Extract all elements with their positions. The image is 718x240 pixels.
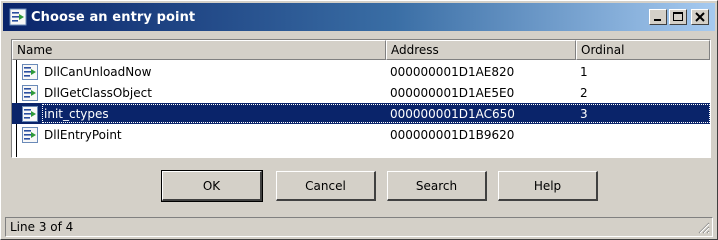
cancel-button[interactable]: Cancel (276, 171, 376, 201)
close-icon (695, 12, 705, 22)
button-bar: OK Cancel Search Help (1, 170, 718, 202)
entry-point-icon (22, 126, 38, 143)
title-bar[interactable]: Choose an entry point (3, 3, 715, 31)
table-row[interactable]: DllGetClassObject 000000001D1AE5E0 2 (12, 82, 710, 103)
entry-point-list[interactable]: Name Address Ordinal DllCanUnloadNow 000… (11, 39, 711, 158)
name-cell: init_ctypes (12, 105, 386, 122)
row-name: DllGetClassObject (44, 85, 152, 100)
list-header: Name Address Ordinal (12, 40, 710, 60)
row-name: DllEntryPoint (44, 127, 122, 142)
table-row[interactable]: DllEntryPoint 000000001D1B9620 (12, 124, 710, 145)
maximize-button[interactable] (669, 9, 687, 25)
entry-point-icon (22, 63, 38, 80)
column-header-ordinal[interactable]: Ordinal (576, 40, 710, 60)
resize-grip-icon[interactable] (698, 222, 710, 234)
row-ordinal: 1 (580, 64, 588, 79)
title-buttons (649, 9, 709, 25)
table-row[interactable]: DllCanUnloadNow 000000001D1AE820 1 (12, 61, 710, 82)
name-cell: DllEntryPoint (12, 126, 386, 143)
row-address: 000000001D1AE5E0 (390, 85, 515, 100)
help-button[interactable]: Help (498, 171, 598, 201)
status-bar: Line 3 of 4 (5, 217, 713, 237)
search-button[interactable]: Search (387, 171, 487, 201)
row-ordinal: 3 (580, 106, 588, 121)
column-header-name[interactable]: Name (12, 40, 386, 60)
row-address: 000000001D1AC650 (390, 106, 515, 121)
minimize-icon (654, 19, 661, 21)
window-title: Choose an entry point (31, 9, 196, 25)
ok-button[interactable]: OK (161, 170, 263, 202)
entry-point-icon (9, 8, 27, 26)
table-row-selected[interactable]: init_ctypes 000000001D1AC650 3 (12, 103, 710, 124)
row-name: DllCanUnloadNow (44, 64, 152, 79)
dialog-window: Choose an entry point Name Address Ordin… (0, 0, 718, 240)
row-name: init_ctypes (44, 106, 109, 121)
minimize-button[interactable] (649, 9, 667, 25)
maximize-icon (673, 12, 683, 21)
column-header-address[interactable]: Address (386, 40, 576, 60)
name-cell: DllCanUnloadNow (12, 63, 386, 80)
close-button[interactable] (691, 9, 709, 25)
entry-point-icon (22, 84, 38, 101)
row-address: 000000001D1AE820 (390, 64, 515, 79)
status-text: Line 3 of 4 (10, 220, 74, 234)
list-rows: DllCanUnloadNow 000000001D1AE820 1 DllGe… (12, 61, 710, 145)
row-ordinal: 2 (580, 85, 588, 100)
row-address: 000000001D1B9620 (390, 127, 515, 142)
name-cell: DllGetClassObject (12, 84, 386, 101)
entry-point-icon (22, 105, 38, 122)
